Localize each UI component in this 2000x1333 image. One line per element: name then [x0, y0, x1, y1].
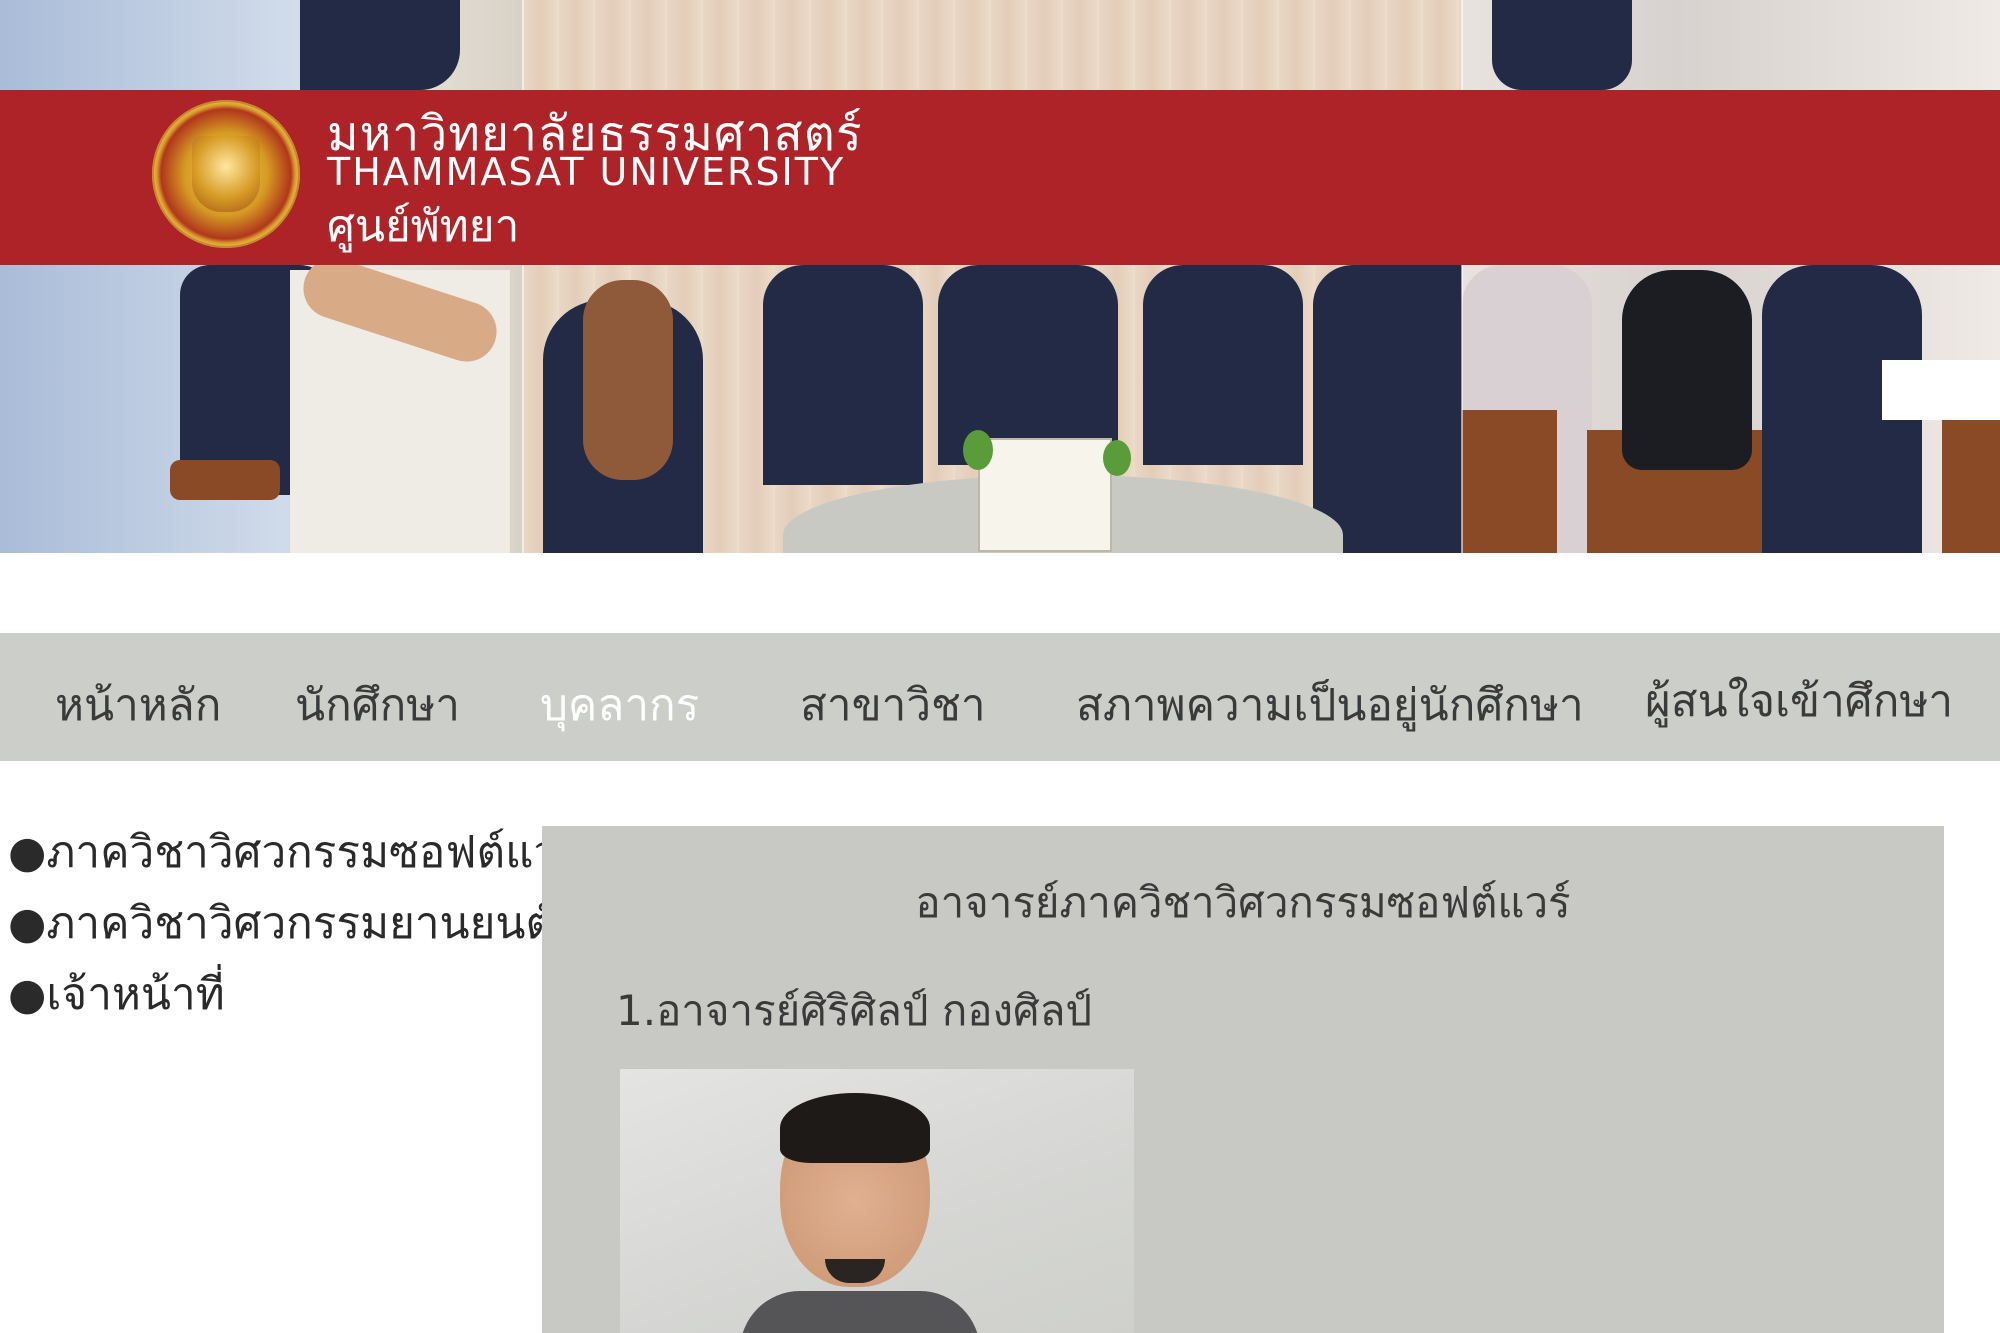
nav-item-student-life[interactable]: สภาพความเป็นอยู่นักศึกษา — [1076, 670, 1584, 740]
nav-item-students[interactable]: นักศึกษา — [295, 670, 460, 740]
sidebar-item-officers[interactable]: ●เจ้าหน้าที่ — [8, 959, 225, 1029]
sidebar-item-software-engineering[interactable]: ●ภาควิชาวิศวกรรมซอฟต์แวร์ — [8, 817, 582, 887]
banner-photo-right — [1462, 0, 2000, 553]
staff-content-panel: อาจารย์ภาควิชาวิศวกรรมซอฟต์แวร์ 1.อาจารย… — [542, 826, 1944, 1333]
staff-portrait-photo — [620, 1069, 1134, 1333]
section-title: อาจารย์ภาควิชาวิศวกรรมซอฟต์แวร์ — [915, 878, 1571, 927]
university-header-bar — [0, 90, 2000, 265]
staff-name: 1.อาจารย์ศิริศิลป์ กองศิลป์ — [616, 986, 1093, 1035]
campus-name: ศูนย์พัทยา — [327, 201, 520, 252]
nav-item-staff[interactable]: บุคลากร — [540, 670, 699, 740]
nav-item-home[interactable]: หน้าหลัก — [55, 670, 221, 740]
main-navigation: หน้าหลัก นักศึกษา บุคลากร สาขาวิชา สภาพค… — [0, 633, 2000, 761]
sidebar-item-automotive-engineering[interactable]: ●ภาควิชาวิศวกรรมยานยนต์ — [8, 888, 554, 958]
header-banner-photo — [0, 0, 2000, 553]
banner-photo-center — [523, 0, 1462, 553]
nav-item-departments[interactable]: สาขาวิชา — [800, 670, 986, 740]
banner-photo-left — [0, 0, 523, 553]
university-name-english: THAMMASAT UNIVERSITY — [327, 150, 846, 194]
nav-item-admissions[interactable]: ผู้สนใจเข้าศึกษา — [1645, 666, 1953, 736]
thammasat-seal-icon — [152, 100, 300, 248]
